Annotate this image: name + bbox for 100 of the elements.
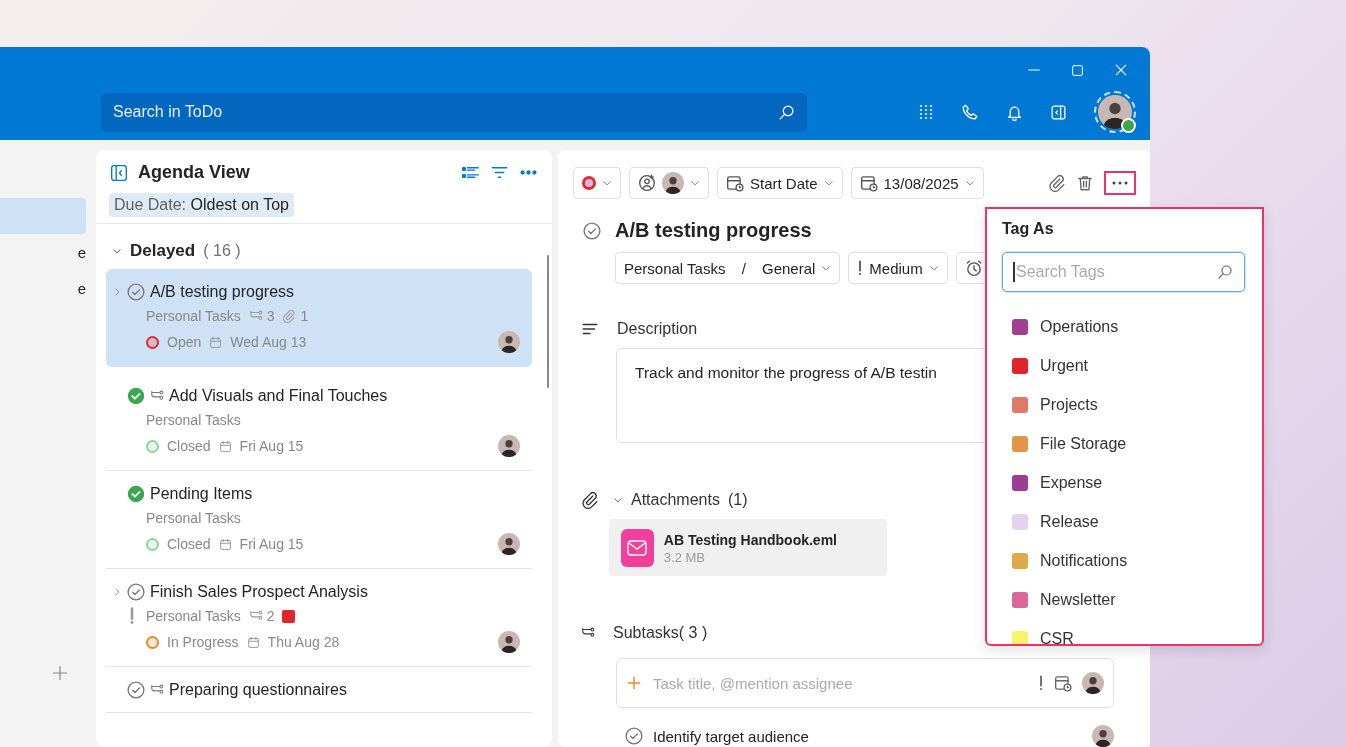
subtask-count: 2 <box>266 608 275 624</box>
chevron-down-icon <box>112 246 122 256</box>
calendar-icon <box>218 537 232 551</box>
chevron-down-icon <box>928 263 939 273</box>
panel-title: Agenda View <box>138 162 251 183</box>
check-circle-icon[interactable] <box>127 681 145 699</box>
section-label: Subtasks( 3 ) <box>613 624 708 642</box>
attachment-card[interactable]: AB Testing Handbook.eml 3.2 MB <box>609 519 887 576</box>
scrollbar-thumb[interactable] <box>547 255 549 388</box>
task-title: A/B testing progress <box>150 283 295 301</box>
paperclip-icon[interactable] <box>1048 174 1066 192</box>
section-label: Description <box>617 320 698 338</box>
tag-search-field[interactable]: Search Tags <box>1002 252 1245 292</box>
assignee-dropdown[interactable] <box>629 167 709 199</box>
side-panel-icon[interactable] <box>1050 103 1067 121</box>
paperclip-icon <box>282 309 297 323</box>
task-item[interactable]: Finish Sales Prospect Analysis Personal Tasks 2 In Progress Thu Aug 28 <box>106 569 532 667</box>
section-label[interactable]: Attachments <box>631 491 720 509</box>
chevron-right-icon[interactable] <box>112 587 122 597</box>
profile-avatar[interactable] <box>1094 91 1136 133</box>
calendar-icon <box>218 439 232 453</box>
task-list-name: Personal Tasks <box>146 608 241 624</box>
sort-chip[interactable]: Due Date: Oldest on Top <box>109 193 294 217</box>
check-circle-icon[interactable] <box>127 283 145 301</box>
check-circle-icon[interactable] <box>583 221 601 240</box>
task-item[interactable]: A/B testing progress Personal Tasks 3 1 Open Wed Aug 13 <box>106 269 532 367</box>
subtask-icon <box>150 389 164 403</box>
due-date: Fri Aug 15 <box>239 536 304 552</box>
new-subtask-field[interactable]: Task title, @mention assignee <box>616 658 1114 708</box>
search-icon <box>778 103 795 121</box>
important-icon[interactable] <box>1038 675 1044 691</box>
avatar-icon <box>498 435 520 457</box>
task-list-name: Personal Tasks <box>146 308 241 324</box>
group-title[interactable]: Delayed <box>130 241 196 261</box>
file-name: AB Testing Handbook.eml <box>663 531 837 548</box>
avatar-icon <box>498 631 520 653</box>
chevron-down-icon <box>602 178 612 188</box>
calendar-icon <box>209 335 223 349</box>
dialpad-icon[interactable] <box>918 104 934 120</box>
more-icon <box>1112 181 1128 185</box>
check-circle-icon[interactable] <box>127 387 145 405</box>
check-circle-icon[interactable] <box>127 485 145 503</box>
task-status: Closed <box>167 536 211 552</box>
task-item[interactable]: Add Visuals and Final Touches Personal Tasks Closed Fri Aug 15 <box>106 373 532 471</box>
tag-option[interactable]: Expense <box>1002 463 1245 502</box>
due-date: Thu Aug 28 <box>267 634 340 650</box>
task-status: Open <box>167 334 202 350</box>
due-date: Fri Aug 15 <box>239 438 304 454</box>
start-date-dropdown[interactable]: Start Date <box>717 167 843 199</box>
task-item[interactable]: Pending Items Personal Tasks Closed Fri Aug 15 <box>106 471 532 569</box>
due-date: Wed Aug 13 <box>230 334 307 350</box>
chevron-down-icon <box>823 178 834 188</box>
tag-option[interactable]: Release <box>1002 502 1245 541</box>
task-title: A/B testing progress <box>615 219 812 242</box>
avatar-icon <box>1082 672 1104 694</box>
subtask-icon <box>581 626 595 640</box>
trash-icon[interactable] <box>1076 174 1094 192</box>
task-title: Finish Sales Prospect Analysis <box>150 583 368 601</box>
paperclip-icon <box>581 491 599 509</box>
search-icon <box>1217 264 1233 280</box>
sidebar-item[interactable]: e <box>0 234 86 270</box>
task-status: Closed <box>167 438 211 454</box>
avatar-icon <box>1092 725 1114 747</box>
chevron-down-icon <box>964 178 975 188</box>
calendar-clock-icon <box>859 174 878 192</box>
subtask-title: Identify target audience <box>653 727 809 745</box>
tag-option[interactable]: Operations <box>1002 307 1245 346</box>
menu-title: Tag As <box>1002 220 1055 238</box>
priority-dropdown[interactable]: Medium <box>848 252 948 284</box>
sidebar-item[interactable]: e <box>0 270 86 306</box>
collapse-panel-icon[interactable] <box>110 163 128 182</box>
tag-option[interactable]: Notifications <box>1002 541 1245 580</box>
check-circle-icon[interactable] <box>625 727 643 745</box>
tag-option[interactable]: CSR <box>1002 619 1245 644</box>
due-date-dropdown[interactable]: 13/08/2025 <box>850 167 984 199</box>
add-person-icon <box>638 174 656 192</box>
avatar-icon <box>1098 95 1132 129</box>
task-status: In Progress <box>167 634 239 650</box>
subtask-count: 3 <box>266 308 275 324</box>
check-circle-icon[interactable] <box>127 583 145 601</box>
maximize-icon[interactable] <box>1071 63 1084 77</box>
list-dropdown[interactable]: Personal Tasks / General <box>615 252 841 284</box>
status-dropdown[interactable] <box>573 167 621 199</box>
phone-icon[interactable] <box>961 103 979 121</box>
group-count: ( 16 ) <box>203 242 241 260</box>
close-icon[interactable] <box>1114 63 1128 77</box>
subtask-icon <box>248 309 263 323</box>
file-size: 3.2 MB <box>663 549 706 565</box>
calendar-icon <box>246 635 260 649</box>
chevron-down-icon <box>821 263 832 273</box>
avatar-icon <box>662 172 684 194</box>
search-field[interactable]: Search in ToDo <box>101 92 807 132</box>
calendar-clock-icon[interactable] <box>1054 674 1072 692</box>
avatar-icon <box>498 533 520 555</box>
more-button[interactable] <box>1104 171 1136 195</box>
task-list-name: Personal Tasks <box>146 412 241 428</box>
tag-option[interactable]: Newsletter <box>1002 580 1245 619</box>
attachment-count: 1 <box>300 308 309 324</box>
task-item[interactable]: Preparing questionnaires <box>106 667 532 713</box>
task-title: Pending Items <box>150 485 253 503</box>
